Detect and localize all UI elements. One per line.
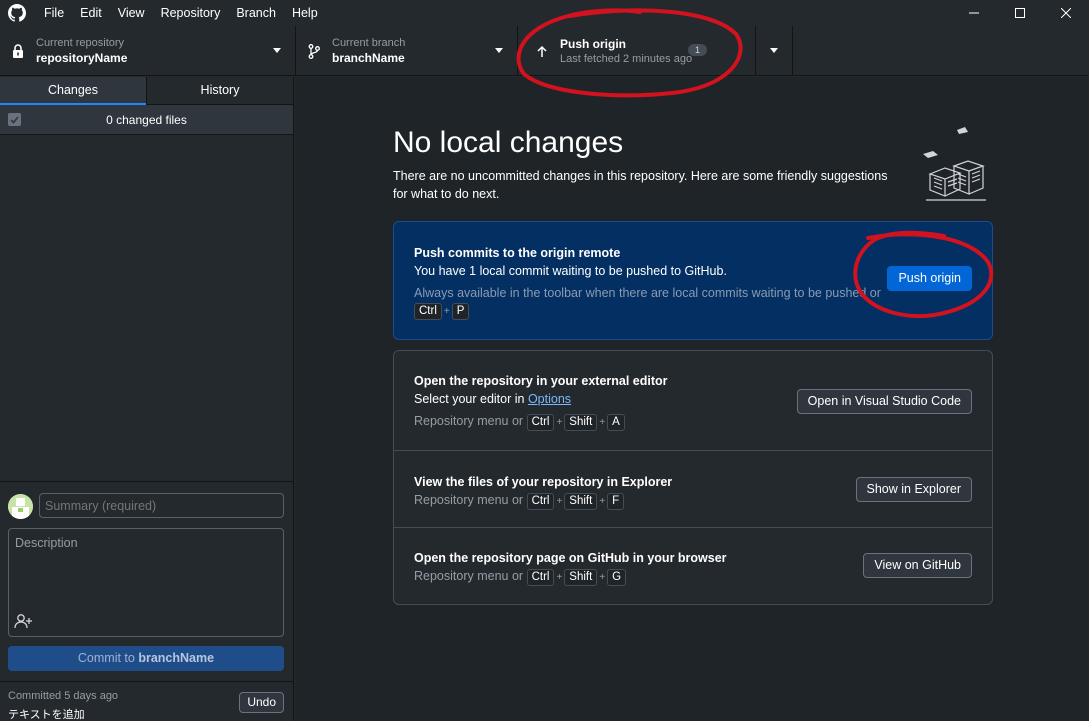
- menu-view[interactable]: View: [110, 0, 153, 26]
- close-button[interactable]: [1043, 0, 1089, 26]
- github-logo-icon: [8, 4, 26, 22]
- kbd-key: G: [607, 569, 627, 586]
- title-bar: File Edit View Repository Branch Help: [0, 0, 1089, 26]
- empty-boxes-illustration-icon: [923, 127, 986, 201]
- changed-files-count: 0 changed files: [106, 112, 187, 127]
- suggestions-list: Open the repository in your external edi…: [393, 350, 993, 605]
- repo-name: repositoryName: [36, 51, 128, 65]
- kbd-key: Ctrl: [414, 303, 442, 320]
- push-suggestion-card: Push commits to the origin remote You ha…: [393, 221, 993, 340]
- current-branch-dropdown[interactable]: Current branch branchName: [296, 26, 518, 76]
- commit-button-prefix: Commit to: [77, 651, 139, 665]
- commit-count-badge: 1: [687, 44, 707, 56]
- open-in-vscode-button[interactable]: Open in Visual Studio Code: [796, 389, 972, 414]
- branch-label: Current branch: [332, 37, 406, 49]
- explorer-title: View the files of your repository in Exp…: [414, 475, 673, 489]
- list-item: Open the repository in your external edi…: [394, 351, 992, 451]
- push-card-title: Push commits to the origin remote: [414, 246, 621, 260]
- kbd-key: Ctrl: [526, 569, 555, 586]
- menu-branch[interactable]: Branch: [228, 0, 284, 26]
- kbd-key: F: [607, 493, 625, 510]
- view-on-github-button[interactable]: View on GitHub: [863, 553, 972, 578]
- window-controls: [951, 0, 1089, 26]
- repo-label: Current repository: [36, 37, 125, 49]
- menu-bar: File Edit View Repository Branch Help: [36, 0, 326, 26]
- avatar: [8, 494, 33, 519]
- minimize-icon: [969, 12, 979, 14]
- kbd-key: Shift: [564, 493, 598, 510]
- git-branch-icon: [306, 43, 322, 59]
- summary-input[interactable]: [39, 493, 284, 518]
- commit-form: Description Commit to branchName Committ…: [0, 481, 294, 721]
- last-commit-time: Committed 5 days ago: [8, 690, 119, 702]
- kbd-key: A: [607, 414, 625, 431]
- options-link[interactable]: Options: [528, 392, 571, 406]
- undo-button[interactable]: Undo: [239, 692, 284, 713]
- editor-shortcut: Repository menu or Ctrl + Shift + A: [414, 412, 668, 432]
- kbd-key: Ctrl: [526, 414, 555, 431]
- current-repository-dropdown[interactable]: Current repository repositoryName: [0, 26, 296, 76]
- kbd-key: Shift: [564, 569, 598, 586]
- kbd-key: Shift: [564, 414, 598, 431]
- menu-help[interactable]: Help: [284, 0, 326, 26]
- last-fetched: Last fetched 2 minutes ago: [560, 53, 693, 65]
- lock-icon: [10, 43, 26, 59]
- main-content: No local changes There are no uncommitte…: [295, 77, 1089, 721]
- arrow-up-icon: [534, 43, 550, 59]
- github-title: Open the repository page on GitHub in yo…: [414, 551, 727, 565]
- push-shortcut: Ctrl + P: [414, 303, 881, 320]
- list-item: Open the repository page on GitHub in yo…: [394, 528, 992, 604]
- menu-edit[interactable]: Edit: [72, 0, 110, 26]
- menu-file[interactable]: File: [36, 0, 72, 26]
- last-commit-info: Committed 5 days ago テキストを追加 Undo: [0, 681, 294, 721]
- maximize-button[interactable]: [997, 0, 1043, 26]
- changed-files-header: 0 changed files: [0, 105, 293, 135]
- page-title: No local changes: [393, 126, 624, 159]
- tab-changes[interactable]: Changes: [0, 77, 146, 105]
- commit-button[interactable]: Commit to branchName: [8, 646, 284, 671]
- list-item: View the files of your repository in Exp…: [394, 451, 992, 528]
- kbd-key: P: [451, 303, 470, 320]
- page-description: There are no uncommitted changes in this…: [393, 169, 888, 201]
- push-origin-button[interactable]: Push origin Last fetched 2 minutes ago 1: [518, 26, 756, 76]
- github-hint: Repository menu or: [414, 569, 524, 583]
- minimize-button[interactable]: [951, 0, 997, 26]
- explorer-shortcut: Repository menu or Ctrl + Shift + F: [414, 491, 672, 511]
- branch-name: branchName: [332, 51, 405, 65]
- menu-repository[interactable]: Repository: [153, 0, 229, 26]
- chevron-down-icon: [273, 48, 281, 53]
- show-in-explorer-button[interactable]: Show in Explorer: [855, 477, 972, 502]
- toolbar: Current repository repositoryName Curren…: [0, 26, 1089, 76]
- editor-title: Open the repository in your external edi…: [414, 374, 668, 388]
- tab-bar: Changes History: [0, 77, 293, 105]
- push-origin-card-button[interactable]: Push origin: [887, 266, 972, 291]
- github-shortcut: Repository menu or Ctrl + Shift + G: [414, 567, 727, 587]
- push-title: Push origin: [560, 37, 626, 51]
- explorer-hint: Repository menu or: [414, 493, 524, 507]
- commit-button-branch: branchName: [138, 651, 215, 665]
- add-coauthor-icon[interactable]: [14, 613, 34, 629]
- chevron-down-icon: [770, 48, 778, 53]
- push-card-hint: Always available in the toolbar when the…: [414, 286, 881, 300]
- description-textarea[interactable]: Description: [8, 528, 284, 637]
- changes-panel: Changes History 0 changed files Descript…: [0, 77, 294, 721]
- editor-hint: Repository menu or: [414, 414, 524, 428]
- last-commit-message: テキストを追加: [8, 708, 85, 721]
- maximize-icon: [1015, 8, 1025, 18]
- kbd-key: Ctrl: [526, 493, 555, 510]
- chevron-down-icon: [495, 48, 503, 53]
- push-card-subtitle: You have 1 local commit waiting to be pu…: [414, 264, 727, 278]
- editor-subtitle: Select your editor in: [414, 392, 528, 406]
- tab-history[interactable]: History: [146, 77, 293, 104]
- push-options-dropdown[interactable]: [756, 26, 793, 76]
- close-icon: [1061, 8, 1071, 18]
